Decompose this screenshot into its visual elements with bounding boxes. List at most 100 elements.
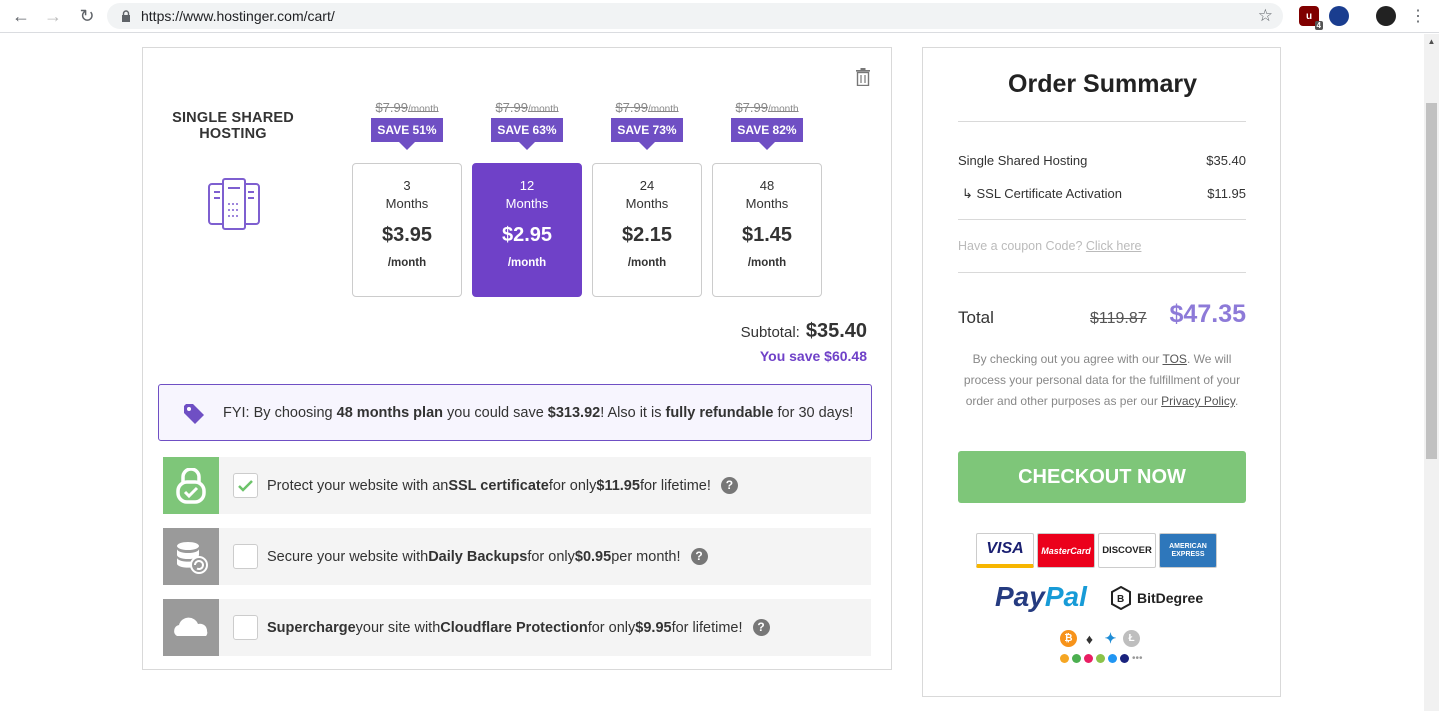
ssl-lock-icon	[163, 457, 219, 514]
total-old-price: $119.87	[1090, 310, 1147, 327]
plan-option-3-months[interactable]: 3 Months $3.95 /month	[352, 163, 462, 297]
plan-old-price: $7.99/month	[375, 100, 439, 115]
reload-icon[interactable]: ↻	[75, 4, 99, 28]
amex-logo: AMERICAN EXPRESS	[1159, 533, 1217, 568]
fyi-text: FYI: By choosing 48 months plan you coul…	[223, 404, 854, 421]
browser-menu-icon[interactable]: ⋮	[1406, 4, 1430, 28]
summary-line-item: Single Shared Hosting $35.40	[958, 153, 1246, 168]
cloud-icon	[163, 599, 219, 656]
plan-per-month: /month	[507, 257, 547, 269]
save-badge: SAVE 63%	[491, 118, 563, 150]
plan-old-price: $7.99/month	[495, 100, 559, 115]
plan-option-24-months[interactable]: 24 Months $2.15 /month	[592, 163, 702, 297]
coin-icon	[1108, 654, 1117, 663]
total-price: $47.35	[1169, 300, 1246, 328]
tos-link[interactable]: TOS	[1162, 352, 1186, 366]
cart-item-card: SINGLE SHARED HOSTING $7.99/month SAVE 5…	[142, 47, 892, 670]
visa-logo: VISA	[976, 533, 1034, 568]
plan-old-price: $7.99/month	[735, 100, 799, 115]
save-badge: SAVE 73%	[611, 118, 683, 150]
total-label: Total	[958, 308, 994, 327]
fyi-banner: FYI: By choosing 48 months plan you coul…	[158, 384, 872, 441]
svg-text:B: B	[1117, 594, 1124, 605]
bookmark-star-icon[interactable]: ☆	[1258, 6, 1273, 26]
backups-checkbox[interactable]	[233, 544, 258, 569]
more-crypto-icons: •••	[1060, 653, 1143, 664]
database-backup-icon	[163, 528, 219, 585]
crypto-icons: ₿ ♦ ✦ Ł	[1060, 630, 1140, 647]
backups-addon-text: Secure your website with Daily Backups f…	[267, 528, 708, 585]
total-row: Total $119.87 $47.35	[958, 300, 1246, 336]
order-summary-card: Order Summary Single Shared Hosting $35.…	[922, 47, 1281, 697]
paypal-logo: PayPal	[995, 581, 1087, 612]
privacy-policy-link[interactable]: Privacy Policy	[1161, 394, 1235, 408]
plan-per-month: /month	[387, 257, 427, 269]
coin-icon	[1072, 654, 1081, 663]
subtotal-value: $35.40	[805, 320, 867, 342]
page-content: SINGLE SHARED HOSTING $7.99/month SAVE 5…	[0, 34, 1424, 711]
page-scrollbar[interactable]: ▲	[1424, 34, 1439, 711]
help-icon[interactable]: ?	[690, 548, 708, 565]
plan-price: $2.15	[621, 224, 673, 246]
subtotal-label: Subtotal:	[740, 324, 800, 341]
back-icon[interactable]: ←	[9, 4, 33, 28]
cloudflare-checkbox[interactable]	[233, 615, 258, 640]
mastercard-logo: MasterCard	[1037, 533, 1095, 568]
url-text: https://www.hostinger.com/cart/	[141, 8, 335, 24]
server-icon	[208, 178, 260, 230]
save-badge: SAVE 82%	[731, 118, 803, 150]
address-bar[interactable]: https://www.hostinger.com/cart/ ☆	[107, 3, 1283, 29]
coin-icon	[1096, 654, 1105, 663]
line-item-price: $35.40	[1206, 153, 1246, 168]
addon-ssl: Protect your website with an SSL certifi…	[163, 457, 871, 514]
line-item-name: Single Shared Hosting	[958, 153, 1088, 168]
bitcoin-icon: ₿	[1060, 630, 1077, 647]
bitdegree-logo: B BitDegree	[1111, 586, 1203, 610]
discover-logo: DISCOVER	[1098, 533, 1156, 568]
checkout-now-button[interactable]: CHECKOUT NOW	[958, 451, 1246, 503]
divider	[958, 219, 1246, 220]
plan-months: 24 Months	[625, 178, 669, 211]
scrollbar-thumb[interactable]	[1426, 103, 1437, 459]
profile-avatar[interactable]	[1376, 6, 1396, 26]
coin-icon	[1060, 654, 1069, 663]
help-icon[interactable]: ?	[720, 477, 738, 494]
tos-notice: By checking out you agree with our TOS. …	[963, 352, 1241, 408]
plan-months: 48 Months	[745, 178, 789, 211]
addon-cloudflare: Supercharge your site with Cloudflare Pr…	[163, 599, 871, 656]
scroll-up-arrow-icon[interactable]: ▲	[1424, 34, 1439, 49]
divider	[958, 272, 1246, 273]
coin-icon	[1084, 654, 1093, 663]
ripple-icon: ✦	[1102, 630, 1119, 647]
coin-icon	[1120, 654, 1129, 663]
plan-per-month: /month	[627, 257, 667, 269]
ssl-checkbox[interactable]	[233, 473, 258, 498]
ethereum-icon: ♦	[1081, 630, 1098, 647]
ublock-extension-icon[interactable]: u 4	[1299, 6, 1323, 30]
plan-option-48-months[interactable]: 48 Months $1.45 /month	[712, 163, 822, 297]
litecoin-icon: Ł	[1123, 630, 1140, 647]
addon-daily-backups: Secure your website with Daily Backups f…	[163, 528, 871, 585]
divider	[958, 121, 1246, 122]
extension-globe-icon[interactable]	[1329, 6, 1349, 26]
help-icon[interactable]: ?	[752, 619, 770, 636]
browser-toolbar: ← → ↻ https://www.hostinger.com/cart/ ☆ …	[0, 0, 1439, 33]
ssl-addon-text: Protect your website with an SSL certifi…	[267, 457, 738, 514]
plan-months: 12 Months	[505, 178, 549, 211]
you-save-text: You save $60.48	[759, 348, 867, 364]
forward-icon[interactable]: →	[41, 4, 65, 28]
coupon-link[interactable]: Click here	[1086, 239, 1142, 253]
more-dots-icon: •••	[1132, 653, 1143, 664]
subtotal: Subtotal: $35.40	[741, 320, 867, 343]
save-badge: SAVE 51%	[371, 118, 443, 150]
plan-old-price: $7.99/month	[615, 100, 679, 115]
trash-icon[interactable]	[855, 68, 871, 86]
plan-price: $3.95	[381, 224, 433, 246]
extension-badge: 4	[1314, 21, 1323, 30]
plan-price: $1.45	[741, 224, 793, 246]
checkmark-icon	[238, 479, 253, 492]
payment-cards: VISA MasterCard DISCOVER AMERICAN EXPRES…	[976, 533, 1217, 568]
line-item-price: $11.95	[1207, 186, 1246, 201]
plan-option-12-months[interactable]: 12 Months $2.95 /month	[472, 163, 582, 297]
coupon-prompt: Have a coupon Code? Click here	[958, 239, 1142, 253]
